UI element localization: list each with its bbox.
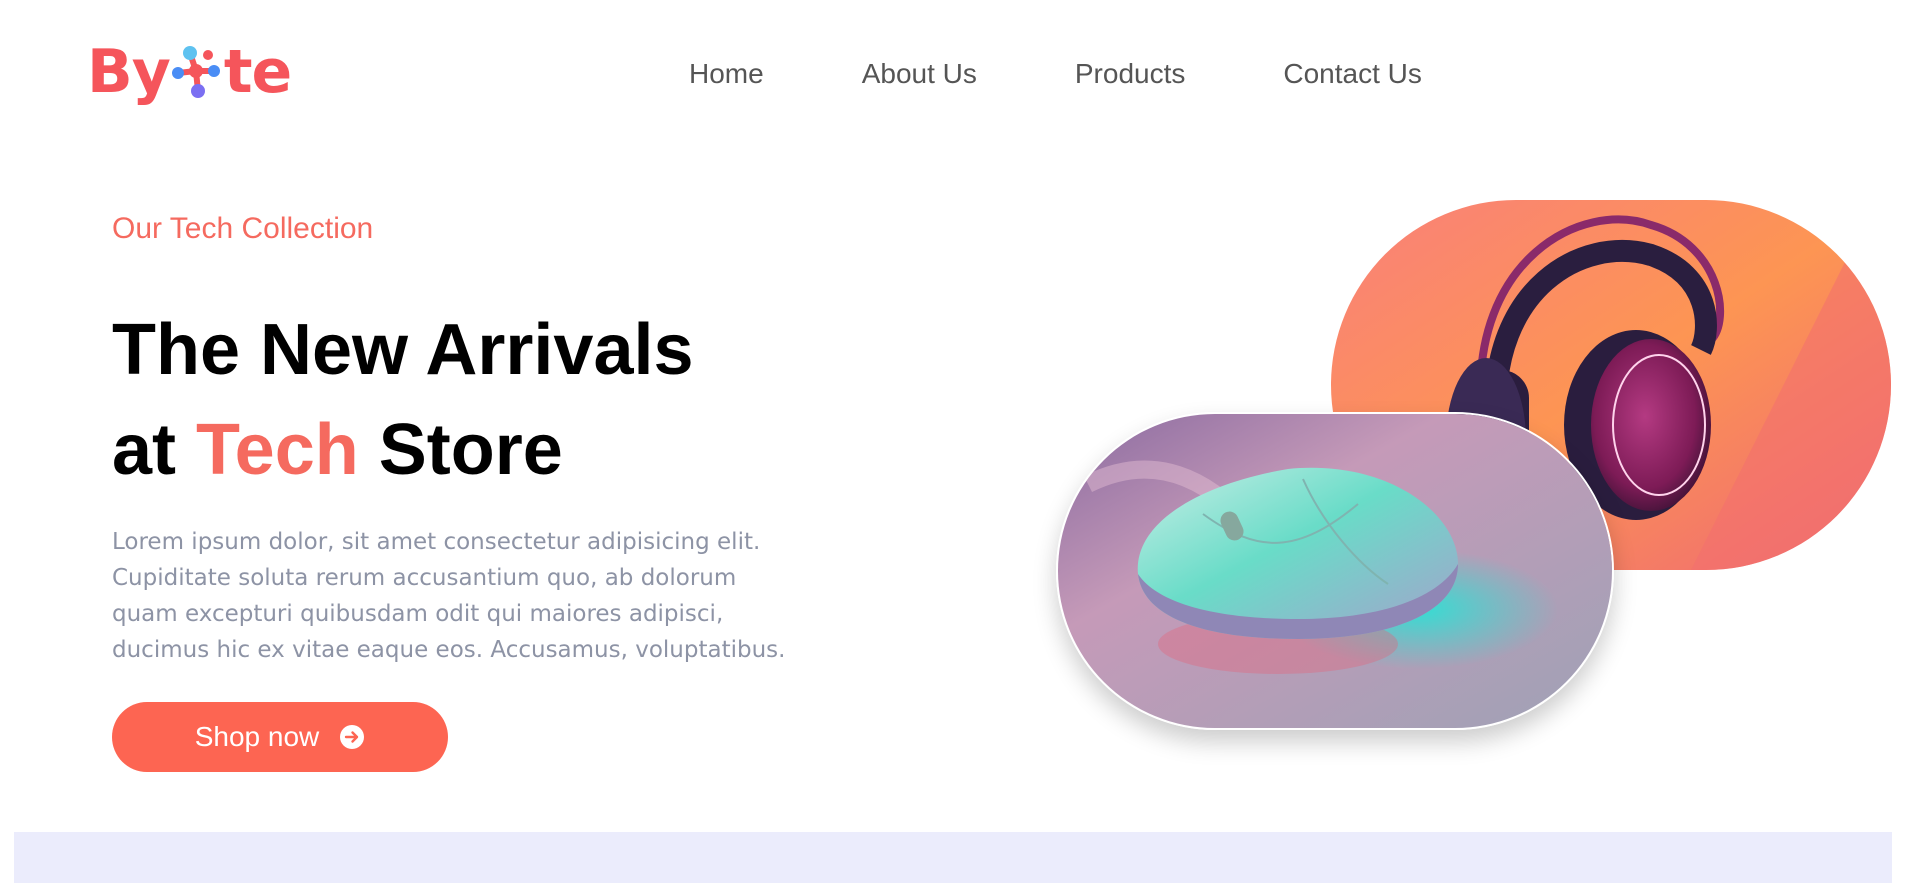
headline-accent: Tech [196,410,359,490]
nav-home[interactable]: Home [689,56,764,92]
headline-line-1: The New Arrivals [112,310,694,390]
logo-text-right: te [223,37,292,107]
logo-text-left: By [87,37,171,107]
arrow-circle-right-icon [339,724,365,750]
site-header: By te Home About Us Products Contact Us [0,0,1918,150]
nav-about-us[interactable]: About Us [862,56,977,92]
hero-description: Lorem ipsum dolor, sit amet consectetur … [112,529,786,663]
hero-eyebrow: Our Tech Collection [112,212,374,245]
molecule-icon [171,46,220,98]
section-band [14,832,1892,883]
headline-suffix: Store [378,410,563,490]
shop-now-button[interactable]: Shop now [112,702,448,772]
shop-now-label: Shop now [194,721,320,752]
hero-headline: The New Arrivals at Tech Store [112,300,694,500]
brand-logo[interactable]: By te [87,36,292,108]
nav-products[interactable]: Products [1075,56,1186,92]
mouse-image [1056,412,1614,730]
main-nav: Home About Us Products Contact Us [689,56,1520,92]
nav-contact-us[interactable]: Contact Us [1283,56,1422,92]
headline-prefix: at [112,410,177,490]
